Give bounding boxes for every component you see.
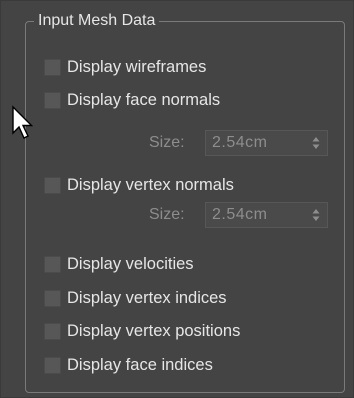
display-vertex-indices-checkbox[interactable]	[44, 289, 61, 307]
vertex-normals-size-spinner[interactable]: 2.54cm	[205, 202, 328, 228]
display-vertex-normals-checkbox[interactable]	[44, 176, 61, 194]
up-down-arrows-icon[interactable]	[311, 135, 321, 151]
display-velocities-checkbox[interactable]	[44, 255, 61, 273]
checkbox-row-display-face-normals[interactable]: Display face normals	[44, 89, 220, 111]
display-vertex-indices-label[interactable]: Display vertex indices	[67, 287, 227, 309]
display-vertex-normals-label[interactable]: Display vertex normals	[67, 174, 234, 196]
checkbox-row-display-vertex-indices[interactable]: Display vertex indices	[44, 287, 227, 309]
checkbox-row-display-wireframes[interactable]: Display wireframes	[44, 56, 206, 78]
up-down-arrows-icon[interactable]	[311, 207, 321, 223]
vertex-normals-size-value[interactable]: 2.54cm	[212, 205, 267, 225]
checkbox-row-display-vertex-normals[interactable]: Display vertex normals	[44, 174, 234, 196]
vertex-normals-size-label: Size:	[149, 206, 185, 223]
display-face-normals-checkbox[interactable]	[44, 91, 61, 109]
checkbox-row-display-vertex-positions[interactable]: Display vertex positions	[44, 320, 240, 342]
display-wireframes-label[interactable]: Display wireframes	[67, 56, 206, 78]
display-vertex-positions-label[interactable]: Display vertex positions	[67, 320, 240, 342]
groupbox-title: Input Mesh Data	[34, 11, 160, 31]
display-velocities-label[interactable]: Display velocities	[67, 253, 194, 275]
face-normals-size-value[interactable]: 2.54cm	[212, 133, 267, 153]
face-normals-size-label: Size:	[149, 134, 185, 151]
mouse-pointer-icon	[12, 105, 34, 139]
input-mesh-data-panel: Input Mesh Data Display wireframes Displ…	[0, 0, 354, 398]
checkbox-row-display-velocities[interactable]: Display velocities	[44, 253, 194, 275]
display-face-indices-checkbox[interactable]	[44, 356, 61, 374]
display-wireframes-checkbox[interactable]	[44, 58, 61, 76]
display-face-indices-label[interactable]: Display face indices	[67, 354, 213, 376]
face-normals-size-spinner[interactable]: 2.54cm	[205, 130, 328, 156]
checkbox-row-display-face-indices[interactable]: Display face indices	[44, 354, 213, 376]
display-face-normals-label[interactable]: Display face normals	[67, 89, 220, 111]
display-vertex-positions-checkbox[interactable]	[44, 322, 61, 340]
